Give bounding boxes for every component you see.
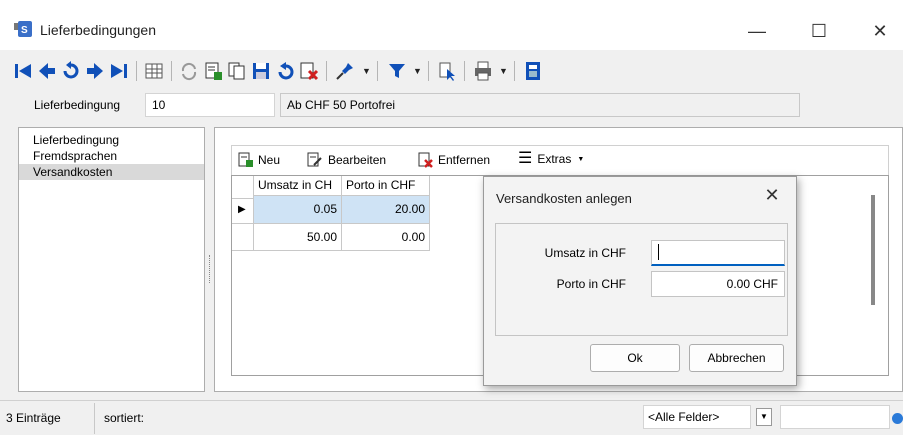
- table-cell[interactable]: 0.05: [254, 196, 342, 224]
- umsatz-input[interactable]: [651, 240, 785, 266]
- porto-input[interactable]: 0.00 CHF: [651, 271, 785, 297]
- grid-toolbar: Neu Bearbeiten Entfernen ☰ Extras ▼: [231, 145, 889, 175]
- hamburger-icon: ☰: [518, 150, 533, 167]
- extras-label: Extras: [537, 152, 572, 166]
- umsatz-label: Umsatz in CHF: [544, 246, 626, 260]
- extras-menu[interactable]: ☰ Extras ▼: [518, 150, 585, 167]
- next-record-icon[interactable]: [84, 60, 106, 82]
- close-button[interactable]: ✕: [858, 12, 902, 50]
- chevron-down-icon: ▼: [577, 155, 585, 163]
- edit-doc-icon: [307, 152, 322, 167]
- nav-item-fremdsprachen[interactable]: Fremdsprachen: [19, 148, 204, 164]
- copy-record-icon[interactable]: [226, 60, 248, 82]
- pin-icon[interactable]: [334, 60, 356, 82]
- dialog-fields-group: Umsatz in CHF Porto in CHF 0.00 CHF: [495, 223, 788, 336]
- main-toolbar: ▼ ▼ ▼: [0, 56, 903, 90]
- left-nav: Lieferbedingung Fremdsprachen Versandkos…: [18, 127, 205, 392]
- toolbar-separator: [464, 61, 465, 81]
- print-icon[interactable]: [472, 60, 494, 82]
- versandkosten-dialog: Versandkosten anlegen ✕ Umsatz in CHF Po…: [483, 176, 797, 386]
- neu-label: Neu: [258, 153, 281, 167]
- chevron-down-icon[interactable]: ▼: [756, 408, 772, 426]
- porto-label: Porto in CHF: [556, 277, 626, 291]
- nav-item-lieferbedingung[interactable]: Lieferbedingung: [19, 132, 204, 148]
- previous-record-icon[interactable]: [36, 60, 58, 82]
- minimize-button[interactable]: —: [735, 12, 779, 50]
- description-field[interactable]: Ab CHF 50 Portofrei: [280, 93, 800, 117]
- sort-status: sortiert:: [104, 411, 145, 425]
- text-cursor: [658, 244, 659, 260]
- search-input[interactable]: [780, 405, 890, 429]
- toolbar-separator: [136, 61, 137, 81]
- svg-text:S: S: [21, 25, 28, 36]
- title-bar: S Lieferbedingungen — ☐ ✕: [0, 0, 903, 50]
- undo-changes-icon[interactable]: [274, 60, 296, 82]
- entfernen-button[interactable]: Entfernen: [418, 152, 490, 168]
- bearbeiten-button[interactable]: Bearbeiten: [307, 152, 386, 168]
- delete-doc-icon: [418, 152, 433, 168]
- new-doc-icon: [238, 152, 253, 167]
- undo-icon[interactable]: [60, 60, 82, 82]
- nav-item-versandkosten[interactable]: Versandkosten: [19, 164, 204, 180]
- row-indicator[interactable]: [232, 224, 254, 251]
- lieferbedingung-label: Lieferbedingung: [34, 98, 121, 112]
- layout-icon[interactable]: [522, 60, 544, 82]
- maximize-button[interactable]: ☐: [797, 12, 841, 50]
- status-separator: [94, 403, 95, 434]
- app-icon: S: [14, 21, 32, 37]
- last-record-icon[interactable]: [108, 60, 130, 82]
- window-title: Lieferbedingungen: [40, 22, 156, 38]
- dialog-title: Versandkosten anlegen: [496, 191, 632, 206]
- chevron-down-icon[interactable]: ▼: [362, 66, 371, 76]
- filter-icon[interactable]: [386, 60, 408, 82]
- panel-splitter[interactable]: [206, 130, 214, 392]
- record-count: 3 Einträge: [6, 411, 61, 425]
- lieferbedingung-code-field[interactable]: 10: [145, 93, 275, 117]
- toolbar-separator: [171, 61, 172, 81]
- table-cell[interactable]: 20.00: [342, 196, 430, 224]
- current-row-arrow-icon: ▶: [238, 204, 246, 215]
- toolbar-separator: [377, 61, 378, 81]
- first-record-icon[interactable]: [12, 60, 34, 82]
- entfernen-label: Entfernen: [438, 153, 491, 167]
- bearbeiten-label: Bearbeiten: [328, 153, 387, 167]
- ok-button[interactable]: Ok: [590, 344, 680, 372]
- filter-field-select[interactable]: <Alle Felder>: [643, 405, 751, 429]
- column-header-porto[interactable]: Porto in CHF: [342, 176, 430, 196]
- toolbar-separator: [326, 61, 327, 81]
- status-bar: 3 Einträge sortiert: <Alle Felder> ▼: [0, 400, 903, 435]
- vertical-scrollbar[interactable]: [871, 195, 875, 305]
- neu-button[interactable]: Neu: [238, 152, 280, 168]
- abbrechen-button[interactable]: Abbrechen: [689, 344, 784, 372]
- document-cursor-icon[interactable]: [436, 60, 458, 82]
- refresh-icon[interactable]: [178, 60, 200, 82]
- chevron-down-icon[interactable]: ▼: [413, 66, 422, 76]
- search-icon[interactable]: [892, 413, 903, 424]
- chevron-down-icon[interactable]: ▼: [499, 66, 508, 76]
- save-icon[interactable]: [250, 60, 272, 82]
- table-cell[interactable]: 0.00: [342, 224, 430, 251]
- row-indicator[interactable]: ▶: [232, 196, 254, 224]
- delete-record-icon[interactable]: [298, 60, 320, 82]
- column-header-umsatz[interactable]: Umsatz in CH: [254, 176, 342, 196]
- dialog-close-icon[interactable]: ✕: [760, 185, 784, 206]
- toolbar-separator: [514, 61, 515, 81]
- new-record-icon[interactable]: [202, 60, 224, 82]
- toolbar-separator: [428, 61, 429, 81]
- table-view-icon[interactable]: [143, 60, 165, 82]
- table-cell[interactable]: 50.00: [254, 224, 342, 251]
